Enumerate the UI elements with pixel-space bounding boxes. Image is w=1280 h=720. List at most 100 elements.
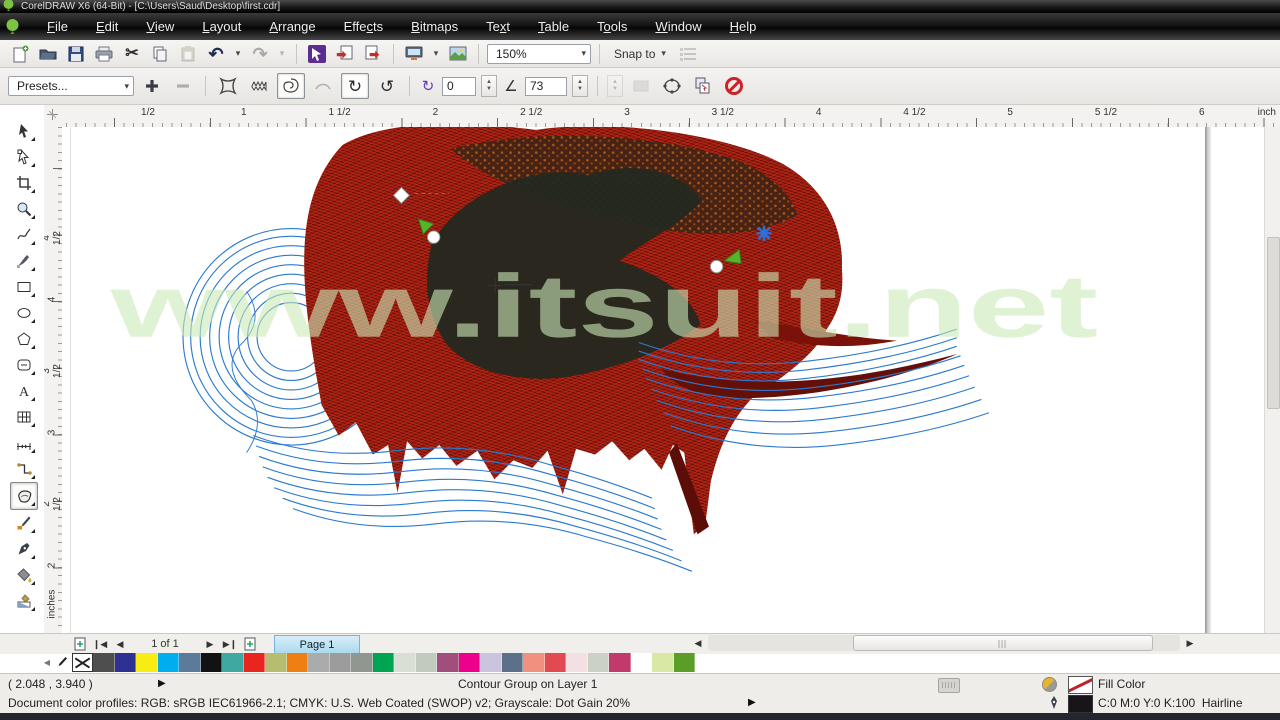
title-bar[interactable]: CorelDRAW X6 (64-Bit) - [C:\Users\Saud\D… bbox=[0, 0, 1280, 13]
menu-item[interactable]: Tools bbox=[583, 16, 641, 37]
redo-dropdown-icon[interactable]: ▾ bbox=[276, 43, 288, 65]
push-pull-distortion-icon[interactable] bbox=[215, 74, 241, 98]
zoom-tool[interactable] bbox=[11, 196, 37, 222]
remove-preset-icon[interactable] bbox=[170, 74, 196, 98]
add-page-after-icon[interactable] bbox=[240, 635, 260, 653]
palette-swatch[interactable] bbox=[265, 653, 287, 672]
pick-tool[interactable] bbox=[11, 118, 37, 144]
fill-tool[interactable] bbox=[11, 562, 37, 588]
parallel-dimension-tool[interactable] bbox=[11, 430, 37, 456]
outline-pen-tool[interactable] bbox=[11, 536, 37, 562]
open-icon[interactable] bbox=[36, 43, 60, 65]
basic-shapes-tool[interactable] bbox=[11, 352, 37, 378]
scroll-right-icon[interactable]: ▶ bbox=[1180, 634, 1200, 652]
palette-swatch[interactable] bbox=[308, 653, 330, 672]
menu-item[interactable]: View bbox=[132, 16, 188, 37]
vertical-scrollbar[interactable] bbox=[1264, 127, 1280, 633]
previous-page-icon[interactable]: ◀ bbox=[110, 635, 130, 653]
outline-color-swatch[interactable] bbox=[1068, 695, 1093, 713]
palette-swatch[interactable] bbox=[630, 653, 652, 672]
menu-item[interactable]: Window bbox=[641, 16, 715, 37]
disabled-spinner[interactable]: ▲ ▼ bbox=[607, 75, 623, 97]
ruler-origin[interactable] bbox=[44, 105, 63, 128]
rotate-ccw-icon[interactable]: ↺ bbox=[374, 74, 400, 98]
add-page-before-icon[interactable] bbox=[70, 635, 90, 653]
welcome-screen-icon[interactable] bbox=[402, 43, 426, 65]
horizontal-scrollbar[interactable]: ◀ ▶ bbox=[688, 634, 1200, 652]
table-tool[interactable] bbox=[11, 404, 37, 430]
rectangle-tool[interactable] bbox=[11, 274, 37, 300]
clear-distortion-icon[interactable] bbox=[721, 74, 747, 98]
page-tab[interactable]: Page 1 bbox=[274, 634, 360, 654]
palette-swatch[interactable] bbox=[286, 653, 308, 672]
copy-distortion-icon[interactable] bbox=[690, 74, 716, 98]
palette-swatch[interactable] bbox=[329, 653, 351, 672]
smooth-distortion-icon[interactable] bbox=[310, 74, 336, 98]
connect-icon[interactable] bbox=[446, 43, 470, 65]
palette-swatch[interactable] bbox=[609, 653, 631, 672]
palette-swatch[interactable] bbox=[179, 653, 201, 672]
palette-swatch[interactable] bbox=[114, 653, 136, 672]
fill-color-swatch[interactable] bbox=[1068, 676, 1093, 694]
palette-swatch[interactable] bbox=[394, 653, 416, 672]
palette-swatch[interactable] bbox=[673, 653, 695, 672]
palette-swatch[interactable] bbox=[222, 653, 244, 672]
menu-item[interactable]: Text bbox=[472, 16, 524, 37]
polygon-tool[interactable] bbox=[11, 326, 37, 352]
palette-swatch[interactable] bbox=[157, 653, 179, 672]
vertical-scrollbar-thumb[interactable] bbox=[1267, 237, 1280, 409]
palette-swatch[interactable] bbox=[652, 653, 674, 672]
twister-distortion-icon[interactable] bbox=[277, 73, 305, 99]
circle-handle[interactable] bbox=[709, 259, 724, 274]
distort-tool[interactable] bbox=[10, 482, 38, 510]
horizontal-ruler[interactable]: 1/2 1 1 1/2 2 2 1/2 3 3 1/2 4 4 1/2 5 5 … bbox=[62, 105, 1280, 128]
palette-swatch[interactable] bbox=[351, 653, 373, 672]
ellipse-tool[interactable] bbox=[11, 300, 37, 326]
color-proof-icon[interactable] bbox=[1042, 677, 1057, 692]
menu-item[interactable]: Effects bbox=[330, 16, 398, 37]
palette-swatch[interactable] bbox=[458, 653, 480, 672]
additional-degrees-field[interactable]: 73 bbox=[525, 76, 567, 96]
palette-swatch[interactable] bbox=[93, 653, 115, 672]
rotate-cw-icon[interactable]: ↻ bbox=[341, 73, 369, 99]
blue-star-handle[interactable] bbox=[756, 225, 772, 241]
palette-swatch[interactable] bbox=[544, 653, 566, 672]
artistic-media-tool[interactable] bbox=[11, 248, 37, 274]
complete-rotations-field[interactable]: 0 bbox=[442, 76, 476, 96]
palette-scroll-left-icon[interactable]: ◀ bbox=[40, 656, 54, 670]
color-eyedropper-tool[interactable] bbox=[11, 510, 37, 536]
zipper-distortion-icon[interactable] bbox=[246, 74, 272, 98]
undo-icon[interactable]: ↶ bbox=[204, 43, 228, 65]
palette-swatch[interactable] bbox=[415, 653, 437, 672]
palette-swatch[interactable] bbox=[372, 653, 394, 672]
menu-item[interactable]: Bitmaps bbox=[397, 16, 472, 37]
next-page-icon[interactable]: ▶ bbox=[200, 635, 220, 653]
straight-line-connector-tool[interactable] bbox=[11, 456, 37, 482]
drawing-canvas[interactable]: www.itsuit.net bbox=[62, 127, 1280, 633]
application-launcher-icon[interactable] bbox=[305, 43, 329, 65]
redo-icon[interactable]: ↷ bbox=[248, 43, 272, 65]
menu-item[interactable]: Help bbox=[716, 16, 771, 37]
text-tool[interactable]: A bbox=[11, 378, 37, 404]
shape-tool[interactable] bbox=[11, 144, 37, 170]
palette-swatch[interactable] bbox=[243, 653, 265, 672]
menu-item[interactable]: Arrange bbox=[255, 16, 329, 37]
new-document-icon[interactable] bbox=[8, 43, 32, 65]
app-logo-icon[interactable] bbox=[6, 19, 19, 34]
snap-to-button[interactable]: Snap to ▾ bbox=[608, 44, 672, 64]
menu-item[interactable]: Layout bbox=[188, 16, 255, 37]
scroll-left-icon[interactable]: ◀ bbox=[688, 634, 708, 652]
additional-degrees-spinner[interactable]: ▲ ▼ bbox=[572, 75, 588, 97]
horizontal-scrollbar-thumb[interactable] bbox=[853, 635, 1153, 651]
palette-swatch[interactable] bbox=[200, 653, 222, 672]
palette-eyedropper-icon[interactable] bbox=[54, 656, 68, 670]
vertical-ruler[interactable]: 4 1/2 4 3 1/2 3 2 1/2 2 inches bbox=[44, 127, 63, 633]
cut-icon[interactable]: ✂ bbox=[120, 43, 144, 65]
options-icon[interactable] bbox=[676, 43, 700, 65]
profiles-flyout-icon[interactable]: ▶ bbox=[748, 697, 756, 708]
import-icon[interactable] bbox=[333, 43, 357, 65]
no-color-swatch[interactable] bbox=[72, 653, 93, 672]
disabled-distortion-icon[interactable] bbox=[628, 74, 654, 98]
palette-swatch[interactable] bbox=[437, 653, 459, 672]
menu-item[interactable]: File bbox=[33, 16, 82, 37]
